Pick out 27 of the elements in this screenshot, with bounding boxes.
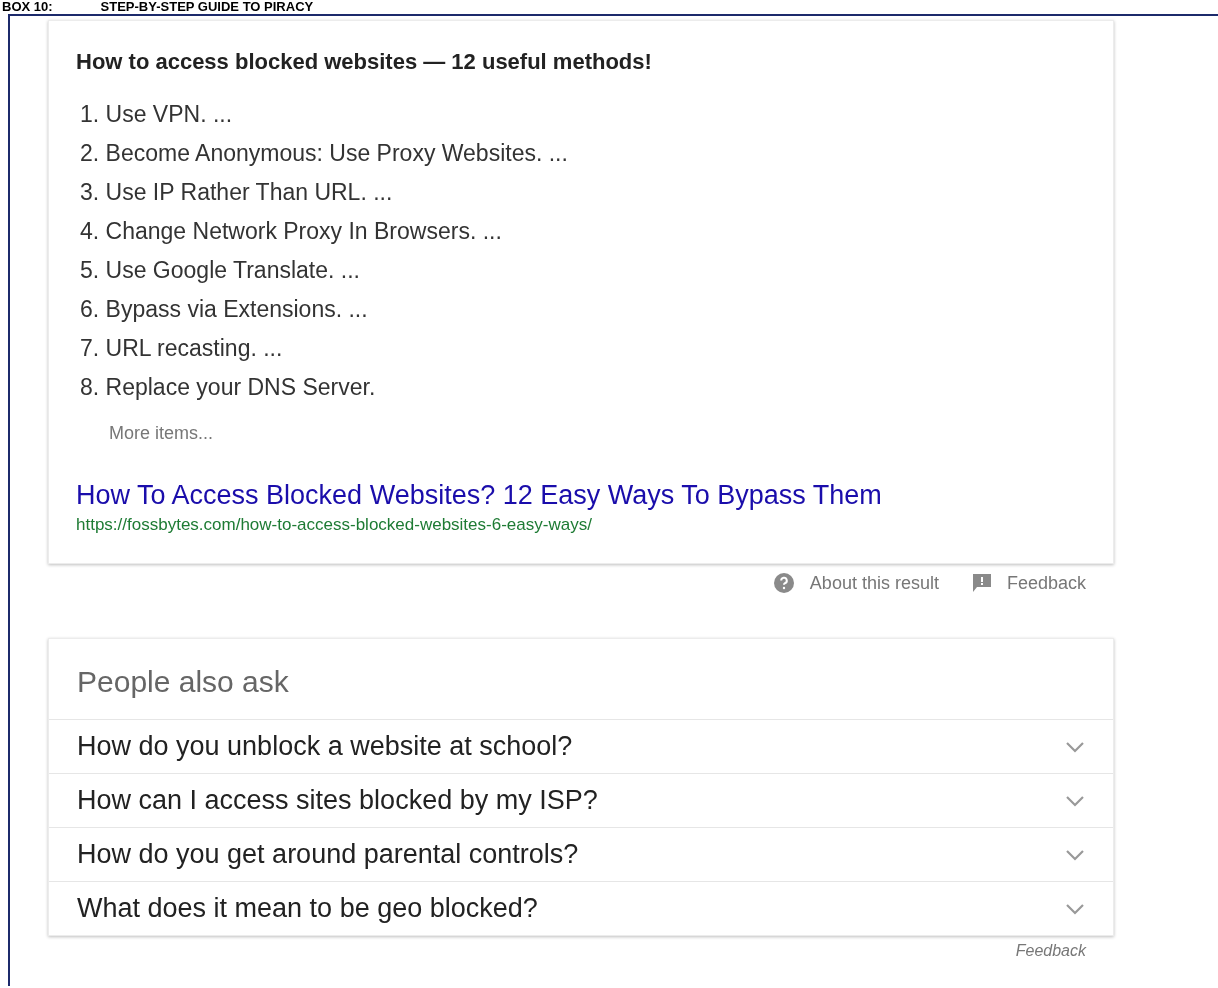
feedback-link[interactable]: Feedback	[1015, 942, 1086, 959]
help-icon[interactable]	[773, 573, 794, 593]
result-link[interactable]: How To Access Blocked Websites? 12 Easy Ways To Bypass Them	[76, 480, 1085, 511]
feedback-link[interactable]: Feedback	[1006, 572, 1086, 594]
list-item: 7. URL recasting. ...	[79, 334, 284, 363]
box-label: BOX 10:	[2, 0, 53, 14]
chevron-icon	[1065, 902, 1085, 915]
chevron-icon	[1065, 740, 1085, 753]
chevron-icon	[1065, 848, 1085, 861]
list-item: 4. Change Network Proxy In Browsers. ...	[79, 217, 503, 246]
about-result-link[interactable]: About this result	[809, 572, 939, 594]
list-item: 5. Use Google Translate. ...	[79, 256, 361, 285]
list-item: 1. Use VPN. ...	[79, 100, 234, 129]
question-row[interactable]: How do you get around parental controls?	[49, 828, 1113, 882]
feedback-icon[interactable]	[972, 574, 991, 592]
result-url: https://fossbytes.com/how-to-access-blocked-websites-6-easy-ways/	[76, 515, 593, 535]
question-row[interactable]: What does it mean to be geo blocked?	[49, 882, 1113, 935]
list-item: 6. Bypass via Extensions. ...	[79, 295, 369, 324]
list-item: 8. Replace your DNS Server.	[79, 373, 377, 402]
more-items-link[interactable]: More items...	[109, 423, 1085, 444]
list-item: 2. Become Anonymous: Use Proxy Websites. ...	[79, 139, 569, 168]
box-title: STEP-BY-STEP GUIDE TO PIRACY	[100, 0, 314, 14]
question-row[interactable]: How do you unblock a website at school?	[49, 720, 1113, 774]
question-row[interactable]: How can I access sites blocked by my ISP?	[49, 774, 1113, 828]
list-item: 3. Use IP Rather Than URL. ...	[79, 178, 394, 207]
snippet-title: How to access blocked websites — 12 useful methods!	[76, 49, 653, 75]
chevron-icon	[1065, 794, 1085, 807]
